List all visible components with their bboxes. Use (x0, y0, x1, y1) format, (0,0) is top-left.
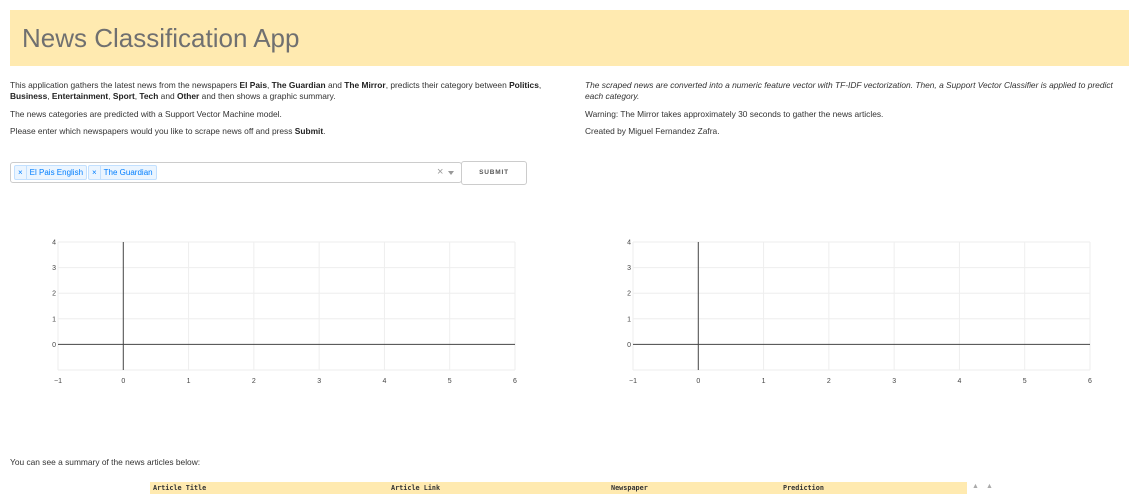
chevron-down-icon[interactable] (448, 171, 454, 175)
instructions-paragraph: Please enter which newspapers would you … (10, 126, 570, 137)
y-tick-label: 0 (52, 342, 56, 349)
summary-intro: You can see a summary of the news articl… (10, 457, 201, 467)
x-tick-label: 1 (762, 378, 766, 385)
x-tick-label: 5 (1023, 378, 1027, 385)
app-title: News Classification App (22, 23, 300, 53)
intro-text-part-17: Other (176, 91, 200, 102)
intro-text-part-8: , (538, 80, 542, 90)
intro-text-part-5: The Mirror (344, 80, 386, 90)
y-tick-label: 3 (627, 265, 631, 272)
intro-text-part-13: Sport (112, 91, 135, 102)
y-tick-label: 2 (627, 291, 631, 298)
selected-tag-el-pais[interactable]: × El Pais English (14, 165, 88, 180)
y-tick-label: 2 (52, 291, 56, 298)
app-header: News Classification App (10, 10, 1129, 66)
remove-tag-icon[interactable]: × (15, 166, 27, 179)
intro-text-part-16: and (158, 91, 177, 102)
y-tick-label: 1 (52, 316, 56, 323)
x-tick-label: 2 (827, 378, 831, 385)
info-section: The scraped news are converted into a nu… (585, 80, 1125, 144)
newspaper-multiselect[interactable]: × El Pais English × The Guardian × (10, 162, 462, 183)
articles-table-header: Article Title Article Link Newspaper Pre… (150, 482, 967, 494)
credits-paragraph: Created by Miguel Fernandez Zafra. (585, 126, 720, 137)
column-header-prediction[interactable]: Prediction (783, 484, 824, 492)
y-tick-label: 0 (627, 342, 631, 349)
x-tick-label: 0 (121, 378, 125, 385)
y-tick-label: 4 (627, 240, 631, 247)
x-tick-label: 6 (513, 378, 517, 385)
clear-selection-icon[interactable]: × (437, 166, 443, 179)
x-tick-label: 6 (1088, 378, 1092, 385)
tag-label: El Pais English (29, 168, 84, 177)
instructions-text-part-0: Please enter which newspapers would you … (10, 126, 295, 137)
x-tick-label: −1 (54, 378, 62, 385)
category-chart-right: −1 0 1 2 3 4 5 6 4 3 2 1 0 (627, 240, 1092, 386)
column-header-newspaper[interactable]: Newspaper (611, 484, 648, 492)
x-tick-label: 0 (696, 378, 700, 385)
table-scroll-controls: ▲ ▲ (970, 482, 998, 494)
warning-paragraph: Warning: The Mirror takes approximately … (585, 108, 884, 119)
intro-text-part-4: and (325, 80, 345, 90)
x-tick-label: 3 (317, 378, 321, 385)
x-tick-label: −1 (629, 378, 637, 385)
intro-paragraph: This application gathers the latest news… (10, 80, 570, 102)
intro-text-part-3: The Guardian (271, 80, 326, 90)
model-paragraph: The news categories are predicted with a… (10, 108, 282, 119)
x-tick-label: 2 (252, 378, 256, 385)
intro-text-part-11: Entertainment (51, 91, 109, 102)
x-tick-label: 1 (187, 378, 191, 385)
x-tick-label: 4 (957, 378, 961, 385)
intro-text-part-15: Tech (139, 91, 159, 102)
column-header-article-link[interactable]: Article Link (391, 484, 440, 492)
method-paragraph: The scraped news are converted into a nu… (585, 80, 1113, 102)
x-tick-label: 5 (448, 378, 452, 385)
x-tick-label: 3 (892, 378, 896, 385)
category-chart-left: −1 0 1 2 3 4 5 6 4 3 2 1 0 (52, 240, 517, 386)
intro-text-part-9: Business (10, 91, 48, 102)
intro-text-part-7: Politics (509, 80, 539, 90)
y-tick-label: 3 (52, 265, 56, 272)
intro-section: This application gathers the latest news… (10, 80, 570, 144)
scroll-up-icon[interactable]: ▲ (986, 483, 993, 490)
x-tick-label: 4 (382, 378, 386, 385)
column-header-article-title[interactable]: Article Title (153, 484, 206, 492)
submit-button[interactable]: SUBMIT (461, 161, 527, 185)
intro-text-part-18: and then shows a graphic summary. (199, 91, 336, 102)
instructions-text-part-2: . (323, 126, 326, 137)
selected-tag-the-guardian[interactable]: × The Guardian (88, 165, 157, 180)
intro-text-part-1: El Pais (239, 80, 267, 90)
intro-text-part-6: , predicts their category between (385, 80, 510, 90)
scroll-up-icon[interactable]: ▲ (972, 483, 979, 490)
instructions-text-part-1: Submit (294, 126, 324, 137)
intro-text-part-0: This application gathers the latest news… (10, 80, 240, 90)
tag-label: The Guardian (103, 168, 153, 177)
y-tick-label: 4 (52, 240, 56, 247)
y-tick-label: 1 (627, 316, 631, 323)
remove-tag-icon[interactable]: × (89, 166, 101, 179)
